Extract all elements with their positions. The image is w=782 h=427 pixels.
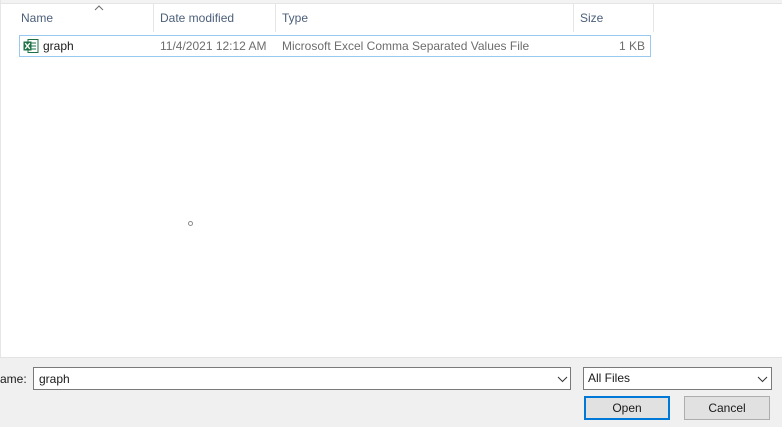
file-name: graph <box>43 39 74 53</box>
sort-ascending-icon <box>94 5 104 11</box>
excel-csv-icon <box>23 39 39 53</box>
column-header-type[interactable]: Type <box>276 4 574 32</box>
cancel-button[interactable]: Cancel <box>684 396 770 420</box>
file-date-modified: 11/4/2021 12:12 AM <box>160 39 267 53</box>
column-header-name[interactable]: Name <box>15 4 154 32</box>
open-button[interactable]: Open <box>584 396 670 420</box>
column-header-size-label: Size <box>580 11 604 25</box>
file-type-select[interactable]: All Files <box>583 367 772 390</box>
file-name-label: ame: <box>0 372 27 386</box>
file-type: Microsoft Excel Comma Separated Values F… <box>282 39 530 53</box>
dialog-bottom-bar: ame: All Files Open Cancel <box>0 357 782 427</box>
column-header-date-modified[interactable]: Date modified <box>154 4 276 32</box>
chevron-down-icon[interactable] <box>757 376 768 383</box>
file-size: 1 KB <box>618 39 645 53</box>
file-row[interactable]: graph 11/4/2021 12:12 AM Microsoft Excel… <box>19 35 651 57</box>
file-name-input[interactable] <box>37 369 539 388</box>
file-list-view[interactable]: Name Date modified Type Size graph 11/4/… <box>0 0 782 357</box>
chevron-down-icon[interactable] <box>557 376 568 383</box>
file-open-dialog: Name Date modified Type Size graph 11/4/… <box>0 0 782 427</box>
file-name-combobox[interactable] <box>33 367 571 390</box>
file-type-select-value: All Files <box>588 371 631 385</box>
column-header-size[interactable]: Size <box>574 4 654 32</box>
cursor-dot <box>188 221 193 226</box>
column-header-date-modified-label: Date modified <box>160 11 235 25</box>
column-header-type-label: Type <box>282 11 309 25</box>
column-header-name-label: Name <box>21 11 54 25</box>
